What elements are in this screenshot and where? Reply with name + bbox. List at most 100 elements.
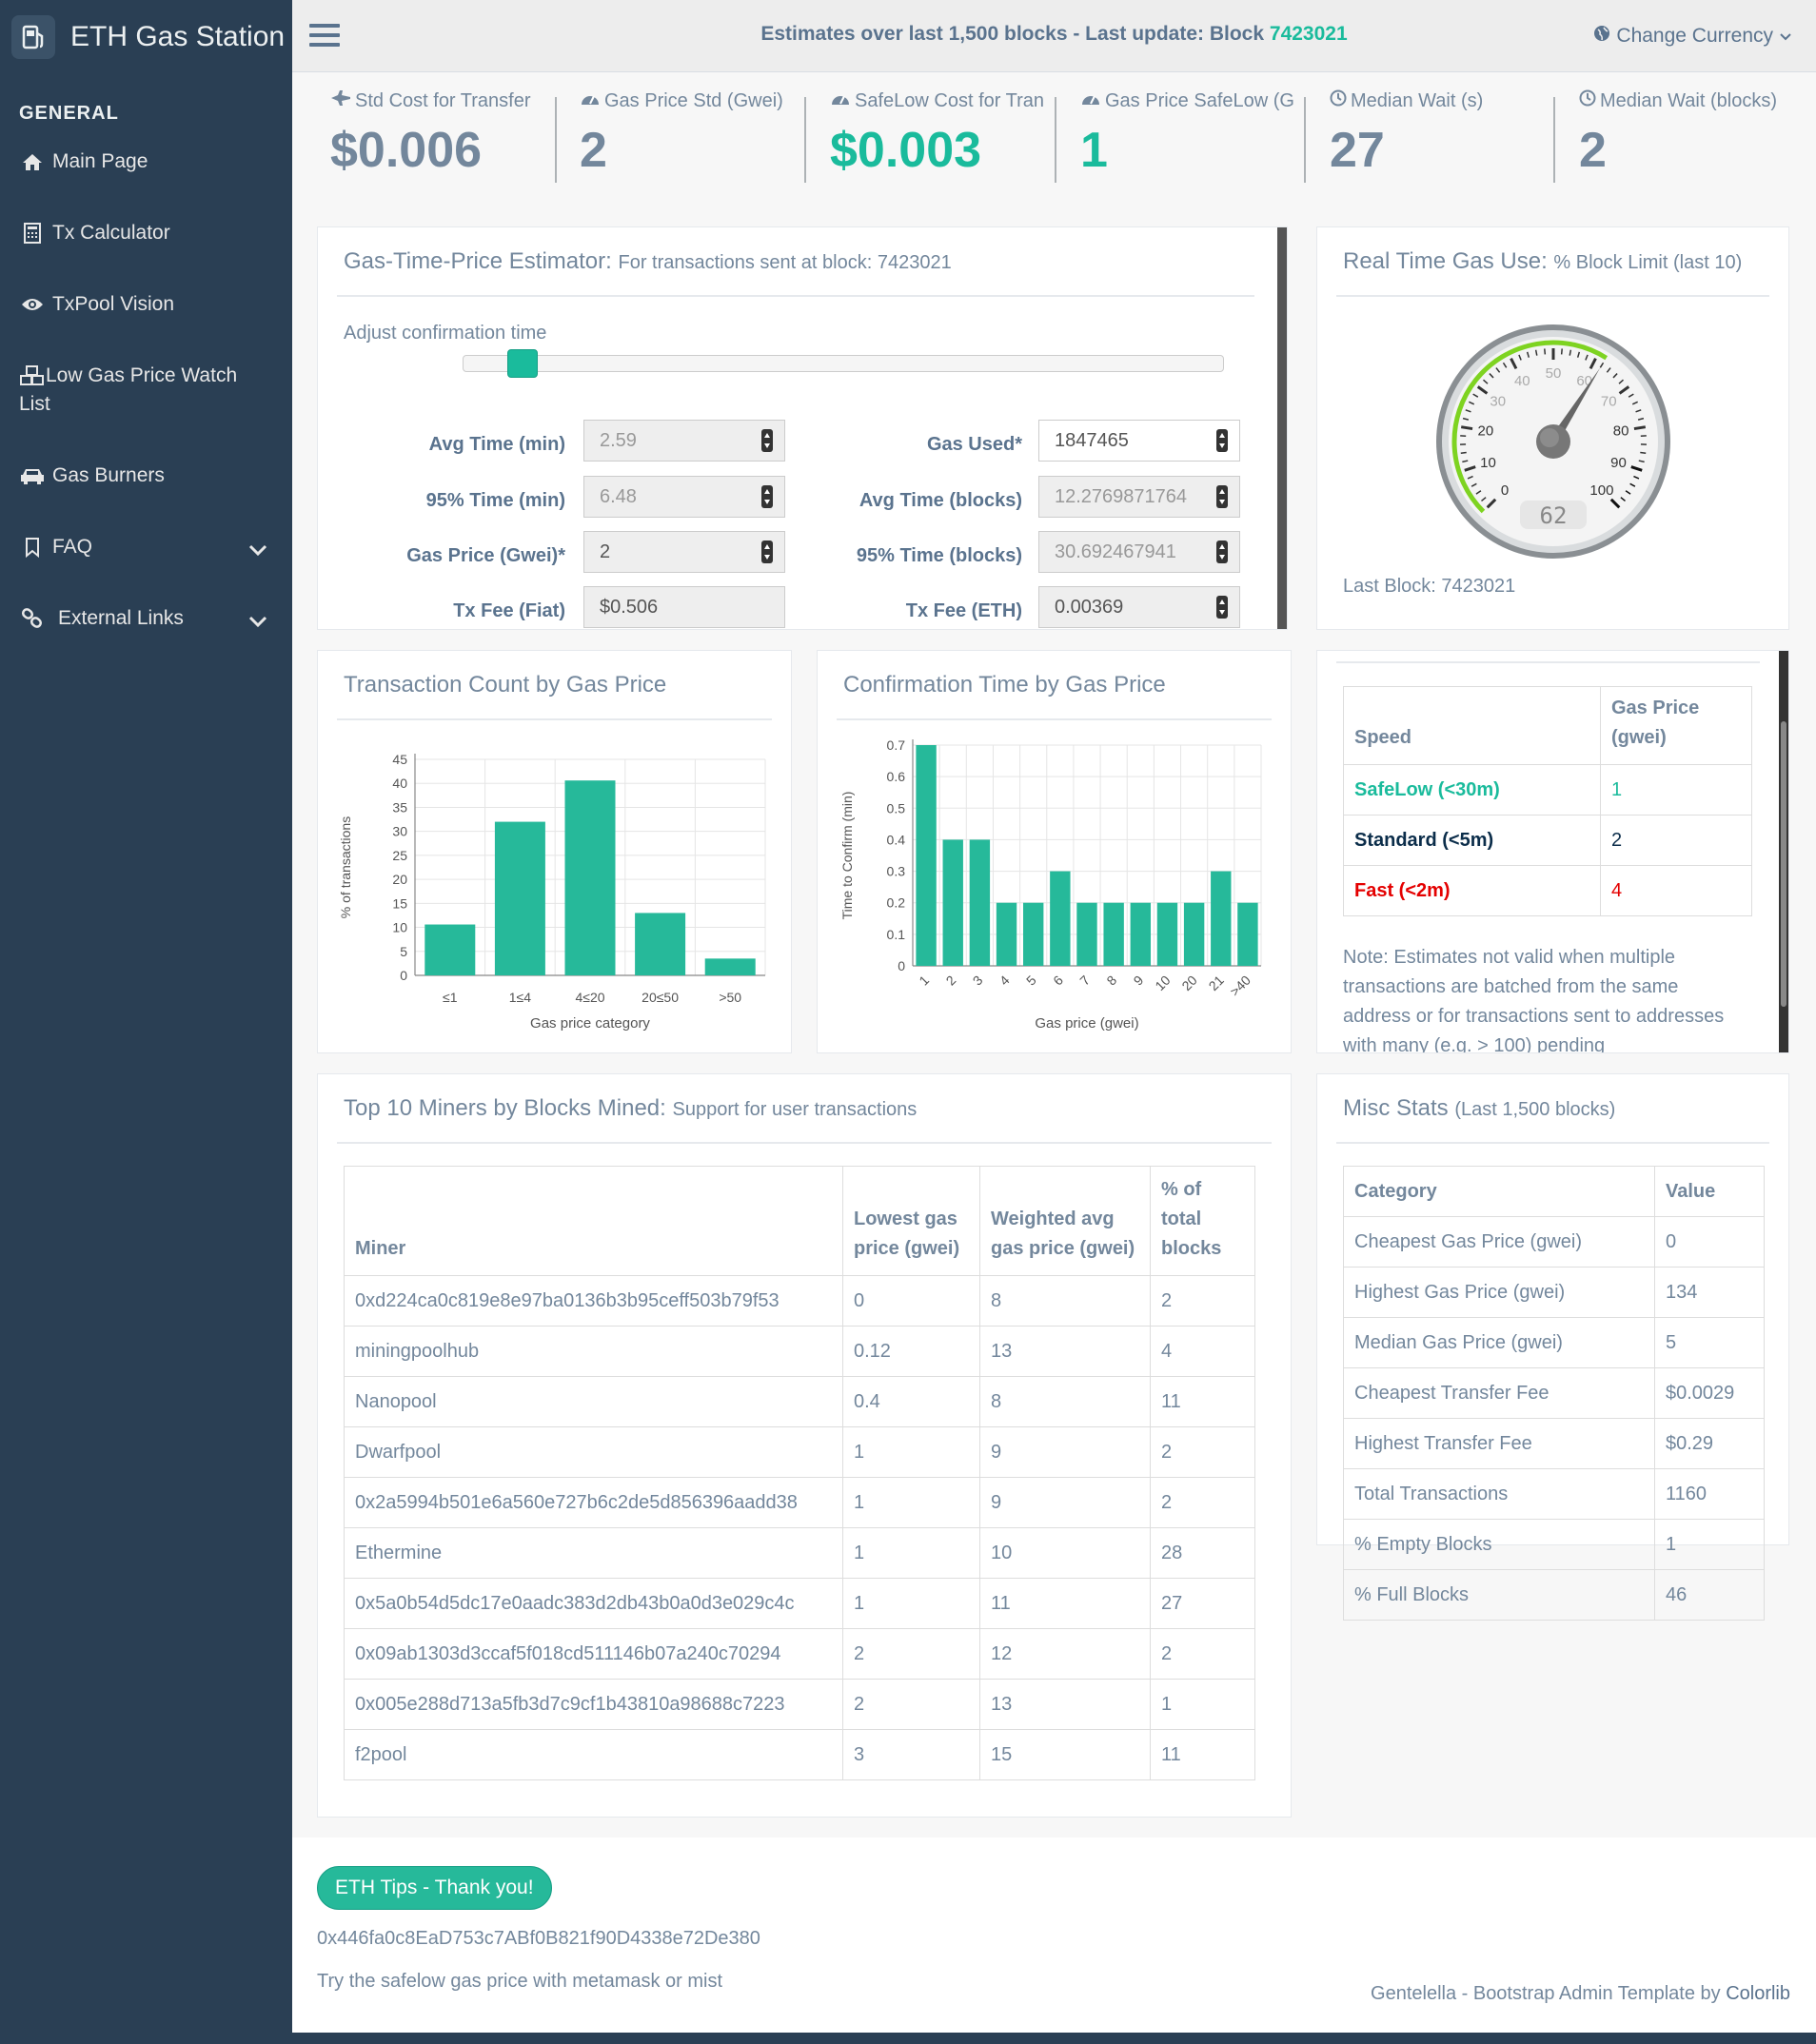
pct95-time-min-field[interactable]: 6.48 bbox=[583, 476, 785, 518]
bar bbox=[942, 839, 963, 966]
bar bbox=[1022, 902, 1044, 966]
last-block-text: Last Block: 7423021 bbox=[1343, 576, 1516, 597]
dashboard-icon bbox=[1080, 89, 1101, 112]
gas-used-field[interactable]: 1847465 bbox=[1038, 420, 1240, 462]
pct95-time-blocks-field[interactable]: 30.692467941 bbox=[1038, 531, 1240, 573]
table-row: 0x5a0b54d5dc17e0aadc383d2db43b0a0d3e029c… bbox=[344, 1578, 1255, 1629]
tile-label: SafeLow Cost for Transfer bbox=[855, 89, 1044, 111]
tx-fee-fiat-field[interactable]: $0.506 bbox=[583, 586, 785, 628]
gauge-tick bbox=[1640, 451, 1647, 455]
panel-scrollbar[interactable] bbox=[1277, 227, 1287, 629]
lowest-price-cell: 1 bbox=[842, 1426, 980, 1478]
speed-note: Note: Estimates not valid when multiple … bbox=[1343, 947, 1725, 1053]
spinner-icon[interactable] bbox=[1216, 429, 1228, 452]
spinner-icon[interactable] bbox=[1216, 540, 1228, 563]
spinner-icon[interactable] bbox=[1216, 596, 1228, 619]
sidebar-item-main-page[interactable]: Main Page bbox=[0, 136, 292, 187]
eth-tips-button[interactable]: ETH Tips - Thank you! bbox=[317, 1866, 552, 1910]
sidebar-item-faq[interactable]: FAQ bbox=[0, 521, 292, 573]
tile-divider bbox=[804, 97, 806, 183]
x-tick-label: >50 bbox=[719, 990, 741, 1005]
x-tick-label: 6 bbox=[1050, 973, 1066, 989]
pct-blocks-cell: 2 bbox=[1150, 1628, 1255, 1680]
spinner-icon[interactable] bbox=[761, 485, 773, 508]
miners-subtitle: Support for user transactions bbox=[672, 1099, 918, 1120]
scrollbar-thumb[interactable] bbox=[1781, 721, 1786, 1007]
sidebar-item-external-links[interactable]: External Links bbox=[0, 593, 292, 644]
dashboard-icon bbox=[580, 89, 601, 112]
x-tick-label: 8 bbox=[1103, 973, 1119, 989]
credit-text: Gentelella - Bootstrap Admin Template by bbox=[1371, 1983, 1727, 2004]
divider bbox=[1336, 661, 1760, 663]
pct-blocks-cell: 28 bbox=[1150, 1527, 1255, 1579]
table-row: 0x005e288d713a5fb3d7c9cf1b43810a98688c72… bbox=[344, 1679, 1255, 1730]
colorlib-link[interactable]: Colorlib bbox=[1726, 1983, 1790, 2004]
table-row: miningpoolhub 0.12 13 4 bbox=[344, 1326, 1255, 1377]
field-value: $0.506 bbox=[600, 597, 659, 618]
y-tick-label: 0.7 bbox=[887, 737, 906, 753]
gauge-tick bbox=[1544, 348, 1547, 355]
bar bbox=[996, 902, 1017, 966]
spinner-icon[interactable] bbox=[761, 429, 773, 452]
slider-label: Adjust confirmation time bbox=[344, 323, 547, 344]
y-tick-label: 0.6 bbox=[887, 769, 906, 784]
bar bbox=[1050, 871, 1071, 966]
top-bar: Estimates over last 1,500 blocks - Last … bbox=[292, 0, 1816, 72]
sidebar-item-txpool-vision[interactable]: TxPool Vision bbox=[0, 279, 292, 330]
gauge-tick-label: 40 bbox=[1514, 373, 1530, 389]
tx-fee-eth-field[interactable]: 0.00369 bbox=[1038, 586, 1240, 628]
change-currency-dropdown[interactable]: Change Currency bbox=[1593, 25, 1792, 48]
link-icon bbox=[19, 604, 46, 633]
category-cell: Highest Gas Price (gwei) bbox=[1343, 1267, 1655, 1318]
sidebar-item-low-gas-watch-list[interactable]: Low Gas Price Watch List bbox=[0, 350, 292, 430]
table-row: Standard (<5m) 2 bbox=[1343, 815, 1752, 866]
tile-label: Median Wait (blocks) bbox=[1600, 89, 1777, 111]
pct-blocks-cell: 2 bbox=[1150, 1426, 1255, 1478]
bar bbox=[1156, 902, 1178, 966]
gas-price-label: Gas Price (Gwei)* bbox=[406, 545, 565, 566]
tile-value: $0.006 bbox=[330, 123, 483, 178]
x-tick-label: 10 bbox=[1152, 973, 1173, 993]
brand[interactable]: ETH Gas Station bbox=[0, 0, 292, 74]
clock-icon bbox=[1330, 89, 1347, 112]
spinner-icon[interactable] bbox=[1216, 485, 1228, 508]
sidebar-item-tx-calculator[interactable]: Tx Calculator bbox=[0, 207, 292, 259]
tx-count-chart: 0 5 10 15 20 25 30 35 40 45 ≤1 1≤4 4≤20 20≤50 >50 Gas p… bbox=[338, 752, 766, 1032]
status-text: Estimates over last 1,500 blocks - Last … bbox=[760, 23, 1270, 45]
calculator-icon bbox=[19, 219, 46, 247]
estimator-title: Gas-Time-Price Estimator: bbox=[344, 248, 612, 274]
avg-time-blocks-field[interactable]: 12.2769871764 bbox=[1038, 476, 1240, 518]
x-tick-label: ≤1 bbox=[443, 990, 458, 1005]
sidebar-item-label: Low Gas Price Watch List bbox=[19, 364, 238, 415]
last-update-status: Estimates over last 1,500 blocks - Last … bbox=[292, 23, 1816, 46]
speed-panel: Speed Gas Price (gwei) SafeLow (<30m) 1 … bbox=[1316, 650, 1789, 1053]
tile-std-cost: Std Cost for Transfer $0.006 bbox=[330, 89, 559, 179]
slider-handle[interactable] bbox=[507, 349, 538, 378]
tile-safelow-cost: SafeLow Cost for Transfer $0.003 bbox=[830, 89, 1058, 179]
value-cell: 46 bbox=[1654, 1569, 1765, 1621]
pct-blocks-header: % of total blocks bbox=[1150, 1166, 1255, 1276]
avg-time-min-field[interactable]: 2.59 bbox=[583, 420, 785, 462]
x-tick-label: 20≤50 bbox=[642, 990, 679, 1005]
table-row: % Full Blocks 46 bbox=[1343, 1569, 1765, 1621]
misc-table-body: Cheapest Gas Price (gwei) 0 Highest Gas Pr… bbox=[1343, 1216, 1765, 1621]
y-tick-label: 0.5 bbox=[887, 800, 906, 816]
confirmation-time-slider[interactable] bbox=[463, 349, 1224, 378]
y-tick-label: 45 bbox=[392, 752, 407, 767]
bar bbox=[1076, 902, 1097, 966]
bar bbox=[1130, 902, 1152, 966]
tile-value: 27 bbox=[1330, 123, 1385, 178]
miners-title: Top 10 Miners by Blocks Mined: bbox=[344, 1095, 666, 1121]
weighted-avg-cell: 12 bbox=[979, 1628, 1151, 1680]
sidebar-item-gas-burners[interactable]: Gas Burners bbox=[0, 450, 292, 501]
misc-title: Misc Stats bbox=[1343, 1095, 1449, 1121]
table-row: Highest Gas Price (gwei) 134 bbox=[1343, 1267, 1765, 1318]
x-tick-label: 1≤4 bbox=[509, 990, 531, 1005]
pct-blocks-cell: 2 bbox=[1150, 1275, 1255, 1327]
field-value: 6.48 bbox=[600, 486, 637, 507]
lowest-price-header: Lowest gas price (gwei) bbox=[842, 1166, 980, 1276]
miner-cell: Ethermine bbox=[344, 1527, 843, 1579]
spinner-icon[interactable] bbox=[761, 540, 773, 563]
table-row: Cheapest Transfer Fee $0.0029 bbox=[1343, 1367, 1765, 1419]
gas-price-field[interactable]: 2 bbox=[583, 531, 785, 573]
